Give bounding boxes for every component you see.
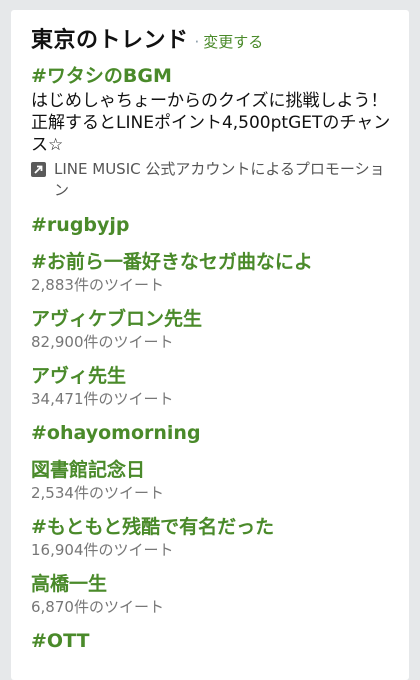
trend-item-avi-sensei[interactable]: アヴィ先生 34,471件のツイート: [31, 364, 391, 409]
separator-dot: ·: [194, 33, 200, 51]
trend-item-ott[interactable]: #OTT: [31, 629, 391, 654]
trend-item-library-day[interactable]: 図書館記念日 2,534件のツイート: [31, 458, 391, 503]
trend-item-zankoku[interactable]: #もともと残酷で有名だった 16,904件のツイート: [31, 515, 391, 560]
trends-title: 東京のトレンド: [31, 28, 189, 53]
trend-name[interactable]: #お前ら一番好きなセガ曲なによ: [31, 250, 391, 275]
trend-item-watashi-bgm[interactable]: #ワタシのBGM はじめしゃちょーからのクイズに挑戦しよう！正解するとLINEポ…: [31, 64, 391, 201]
trend-name[interactable]: 図書館記念日: [31, 458, 391, 483]
tweet-count: 16,904件のツイート: [31, 541, 174, 559]
tweet-count: 2,883件のツイート: [31, 276, 164, 294]
trend-name[interactable]: #OTT: [31, 629, 391, 654]
trend-name[interactable]: #もともと残酷で有名だった: [31, 515, 391, 540]
trend-name[interactable]: #ohayomorning: [31, 421, 391, 446]
trend-name[interactable]: 高橋一生: [31, 572, 391, 597]
promoted-arrow-icon: [31, 162, 46, 177]
tweet-count: 2,534件のツイート: [31, 484, 164, 502]
trend-name[interactable]: #ワタシのBGM: [31, 64, 391, 89]
change-location-link[interactable]: 変更する: [203, 31, 263, 52]
tweet-count: 82,900件のツイート: [31, 333, 174, 351]
promoted-label: LINE MUSIC 公式アカウントによるプロモーション: [31, 159, 391, 201]
trend-item-ohayomorning[interactable]: #ohayomorning: [31, 421, 391, 446]
trend-name[interactable]: アヴィケブロン先生: [31, 307, 391, 332]
trends-card: 東京のトレンド · 変更する #ワタシのBGM はじめしゃちょーからのクイズに挑…: [11, 10, 409, 680]
trend-item-takahashi[interactable]: 高橋一生 6,870件のツイート: [31, 572, 391, 617]
promoted-text: LINE MUSIC 公式アカウントによるプロモーション: [54, 160, 385, 199]
tweet-count: 6,870件のツイート: [31, 598, 164, 616]
trends-header: 東京のトレンド · 変更する: [31, 22, 391, 54]
trend-name[interactable]: アヴィ先生: [31, 364, 391, 389]
trend-description: はじめしゃちょーからのクイズに挑戦しよう！正解するとLINEポイント4,500p…: [31, 91, 391, 155]
trend-name[interactable]: #rugbyjp: [31, 213, 391, 238]
tweet-count: 34,471件のツイート: [31, 390, 174, 408]
trend-item-avicebron[interactable]: アヴィケブロン先生 82,900件のツイート: [31, 307, 391, 352]
trend-item-rugbyjp[interactable]: #rugbyjp: [31, 213, 391, 238]
trend-item-sega[interactable]: #お前ら一番好きなセガ曲なによ 2,883件のツイート: [31, 250, 391, 295]
